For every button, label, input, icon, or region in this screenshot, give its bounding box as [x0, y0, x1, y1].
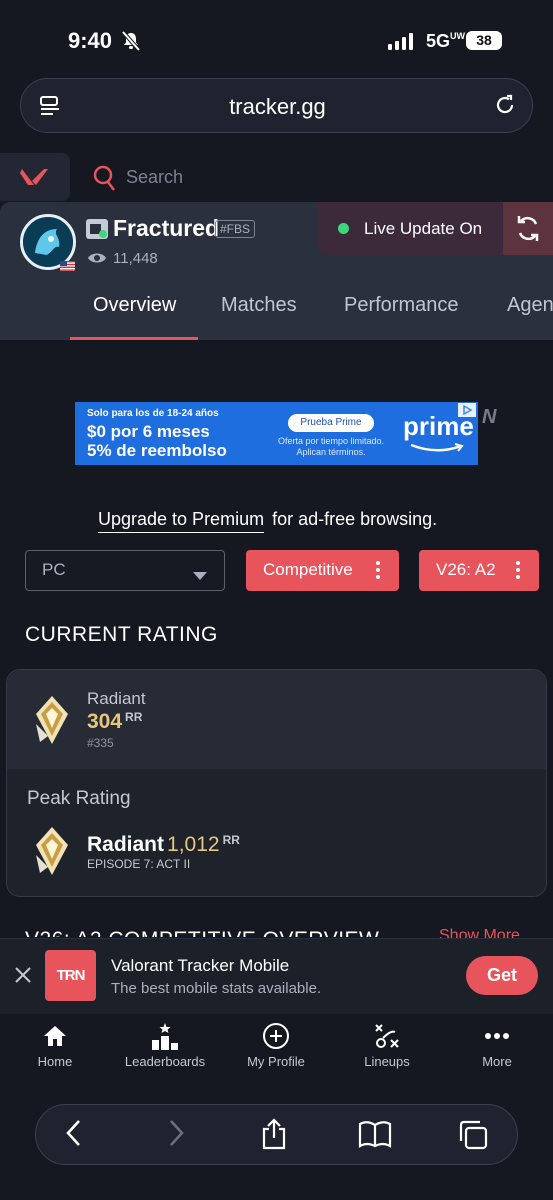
radiant-rank-icon [30, 694, 74, 751]
battery-icon: 38 [466, 31, 502, 50]
eye-icon [87, 250, 107, 271]
platform-select-value[interactable]: PC [42, 560, 66, 580]
active-tab-indicator [70, 337, 198, 340]
us-flag-icon [60, 258, 75, 271]
season-select-label[interactable]: V26: A2 [436, 560, 496, 580]
back-icon[interactable] [64, 1118, 84, 1153]
live-update-label[interactable]: Live Update On [364, 219, 482, 239]
tab-matches[interactable]: Matches [221, 294, 297, 317]
trn-logo-text: TRN [56, 967, 86, 984]
nav-lineups[interactable]: Lineups [332, 1022, 442, 1069]
search-input[interactable]: Search [126, 167, 183, 188]
forward-icon[interactable] [166, 1118, 186, 1153]
url-bar[interactable]: tracker.gg [20, 78, 533, 133]
leaderboard-position: #335 [87, 736, 114, 750]
peak-rating-label: Peak Rating [27, 788, 131, 809]
nav-leaderboards[interactable]: Leaderboards [110, 1022, 220, 1069]
live-status-dot [338, 223, 349, 234]
tab-agents[interactable]: Agen [507, 294, 553, 317]
current-rr: 304 RR [87, 710, 143, 733]
nav-my-profile[interactable]: My Profile [221, 1022, 331, 1069]
verified-badge-icon [86, 219, 108, 239]
ad-smile-icon [409, 442, 465, 460]
ad-small-text-1: Oferta por tiempo limitado. [277, 436, 385, 446]
upgrade-premium-link[interactable]: Upgrade to Premium [98, 509, 265, 533]
upgrade-rest-text: for ad-free browsing. [272, 509, 438, 529]
chevron-down-icon[interactable] [193, 567, 207, 585]
status-time: 9:40 [68, 28, 113, 53]
view-count: 11,448 [113, 250, 158, 267]
bookmarks-icon[interactable] [358, 1120, 392, 1153]
banner-subtitle: The best mobile stats available. [111, 980, 322, 997]
ad-network-icon: N [482, 406, 497, 428]
peak-episode: EPISODE 7: ACT II [87, 857, 191, 871]
share-icon[interactable] [260, 1118, 288, 1155]
url-text[interactable]: tracker.gg [21, 94, 534, 120]
refresh-icon [517, 216, 539, 241]
player-tag: #FBS [215, 220, 256, 238]
ad-cta-button[interactable]: Prueba Prime [288, 414, 374, 432]
ad-line2: $0 por 6 meses [87, 422, 210, 441]
show-more-link[interactable]: Show More [439, 927, 520, 938]
upgrade-line: Upgrade to Premium for ad-free browsing. [98, 509, 438, 533]
current-rank-name: Radiant [87, 689, 146, 708]
peak-rank: Radiant 1,012 RR [87, 833, 240, 856]
reload-icon[interactable] [493, 93, 517, 122]
nav-home[interactable]: Home [0, 1022, 110, 1069]
banner-title: Valorant Tracker Mobile [111, 956, 290, 975]
nav-lineups-label: Lineups [364, 1054, 410, 1069]
home-icon [0, 1022, 110, 1050]
plus-circle-icon [221, 1022, 331, 1050]
site-header [0, 150, 553, 202]
valorant-logo-icon [20, 169, 48, 185]
nav-my-profile-label: My Profile [247, 1054, 305, 1069]
nav-more[interactable]: More [442, 1022, 552, 1069]
tab-overview[interactable]: Overview [93, 294, 176, 317]
network-type: 5GUW [426, 31, 466, 51]
silent-bell-icon [120, 30, 142, 57]
nav-leaderboards-label: Leaderboards [124, 1054, 206, 1069]
refresh-button[interactable] [503, 202, 553, 255]
lineups-icon [332, 1022, 442, 1050]
valorant-logo-button[interactable] [0, 153, 70, 201]
more-icon [442, 1022, 552, 1050]
signal-icon [388, 33, 413, 50]
mode-select-label[interactable]: Competitive [263, 560, 353, 580]
tab-performance[interactable]: Performance [344, 294, 459, 317]
nav-more-label: More [482, 1054, 512, 1069]
tabs-icon[interactable] [458, 1120, 490, 1155]
section-title-overview: V26: A2 COMPETITIVE OVERVIEW [25, 928, 379, 937]
nav-home-label: Home [37, 1054, 73, 1069]
search-icon[interactable] [92, 164, 118, 197]
season-kebab-icon[interactable] [516, 561, 520, 582]
adchoices-icon[interactable] [458, 403, 476, 417]
leaderboard-icon [110, 1022, 220, 1050]
close-icon[interactable] [14, 966, 32, 989]
ad-small-text-2: Aplican términos. [296, 447, 366, 457]
section-title-current-rating: CURRENT RATING [25, 623, 218, 646]
get-app-button[interactable]: Get [466, 956, 538, 995]
player-name: Fractured [113, 215, 220, 241]
mode-kebab-icon[interactable] [376, 561, 380, 582]
ad-line1: Solo para los de 18-24 años [87, 408, 219, 419]
ad-line3: 5% de reembolso [87, 441, 227, 460]
peak-radiant-rank-icon [30, 825, 74, 882]
